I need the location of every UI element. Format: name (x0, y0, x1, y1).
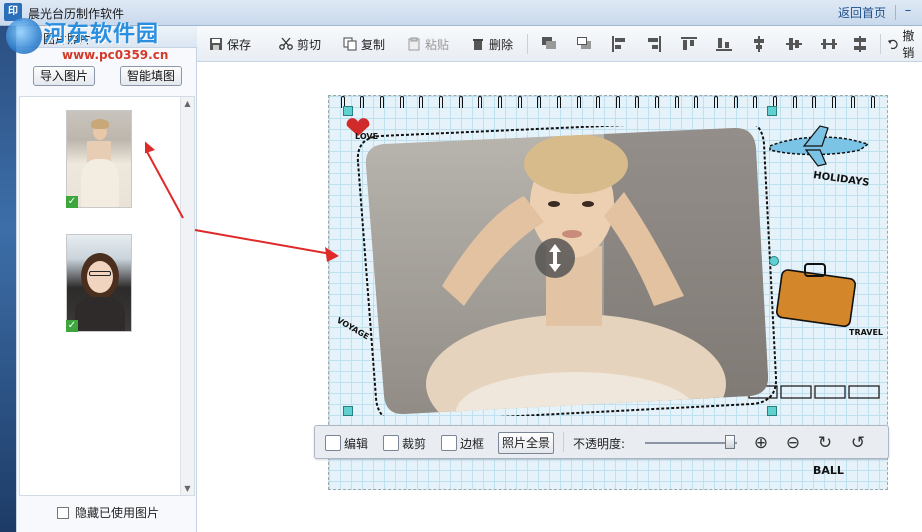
trash-icon (473, 39, 483, 50)
edit-icon (325, 435, 341, 451)
photo-frame[interactable] (354, 118, 784, 424)
crop-photo-button[interactable]: 裁剪 (383, 434, 426, 452)
annotation-arrows (145, 141, 339, 262)
paste-icon (408, 37, 420, 51)
undo-button[interactable]: 撤销 (887, 29, 922, 60)
rotate-left-icon[interactable]: ↺ (848, 433, 868, 453)
smart-fill-button[interactable]: 智能填图 (120, 66, 183, 86)
align-vcenter-icon[interactable] (750, 35, 768, 53)
cut-label: 剪切 (297, 37, 322, 52)
border-photo-button[interactable]: 边框 (441, 434, 484, 452)
save-button[interactable]: 保存 (209, 35, 251, 53)
copy-button[interactable]: 复制 (343, 35, 385, 53)
title-separator (895, 5, 896, 20)
binding-rings (329, 96, 887, 110)
border-label: 边框 (460, 436, 485, 451)
rotate-right-icon[interactable]: ↻ (815, 433, 835, 453)
used-check-icon: ✓ (66, 320, 78, 332)
hide-used-checkbox[interactable]: 隐藏已使用图片 (57, 504, 159, 521)
same-size-icon[interactable] (851, 35, 869, 53)
thumbnail-girl[interactable] (66, 234, 132, 332)
toolbar-separator (527, 34, 528, 54)
paste-label: 粘贴 (425, 37, 450, 52)
import-images-button[interactable]: 导入图片 (33, 66, 96, 86)
align-left-icon[interactable] (610, 35, 628, 53)
hide-used-label: 隐藏已使用图片 (75, 506, 160, 520)
save-icon (210, 38, 222, 50)
crop-label: 裁剪 (402, 436, 427, 451)
main-toolbar: 保存 剪切 复制 粘贴 删除 撤销 (197, 26, 922, 62)
resize-handle[interactable] (767, 406, 777, 416)
window-title: 晨光台历制作软件 (28, 7, 125, 21)
undo-label: 撤销 (902, 29, 915, 60)
edit-photo-button[interactable]: 编辑 (325, 434, 368, 452)
rotate-handle[interactable] (769, 256, 779, 266)
save-label: 保存 (227, 37, 252, 52)
left-edge-strip (0, 26, 16, 532)
photo-image[interactable] (354, 118, 784, 424)
scroll-down-icon[interactable]: ▼ (181, 482, 194, 495)
toolbar-separator (880, 34, 881, 54)
opacity-slider-track[interactable] (645, 442, 737, 444)
delete-label: 删除 (489, 37, 514, 52)
distribute-icon[interactable] (820, 35, 838, 53)
resize-handle[interactable] (343, 106, 353, 116)
canvas-area[interactable]: LOVE HOLIDAYS TRAVEL VOYAGE BALL 编辑 裁剪 边… (145, 62, 922, 532)
travel-label: TRAVEL (849, 328, 884, 337)
used-check-icon: ✓ (66, 196, 78, 208)
align-right-icon[interactable] (645, 35, 663, 53)
bring-forward-icon[interactable] (540, 35, 558, 53)
zoom-in-icon[interactable]: ⊕ (751, 433, 771, 453)
thumbnail-bride[interactable] (66, 110, 132, 208)
full-view-button[interactable]: 照片全景 (498, 432, 555, 454)
toolbar-separator (563, 432, 564, 452)
undo-icon (887, 39, 898, 50)
minimize-button[interactable]: – (900, 4, 916, 20)
align-bottom-icon[interactable] (715, 35, 733, 53)
home-link[interactable]: 返回首页 (838, 4, 886, 21)
resize-handle[interactable] (767, 106, 777, 116)
scissors-icon (279, 37, 293, 50)
cut-button[interactable]: 剪切 (279, 35, 321, 53)
border-icon (441, 435, 457, 451)
checkbox-icon[interactable] (57, 507, 69, 519)
panel-header: 图片照片 (17, 26, 197, 48)
title-bar: 印 晨光台历制作软件 返回首页 – (0, 0, 922, 26)
app-icon: 印 (4, 3, 22, 21)
send-backward-icon[interactable] (575, 35, 593, 53)
align-hcenter-icon[interactable] (785, 35, 803, 53)
scroll-up-icon[interactable]: ▲ (181, 97, 194, 110)
edit-label: 编辑 (344, 436, 369, 451)
resize-handle[interactable] (343, 406, 353, 416)
align-top-icon[interactable] (680, 35, 698, 53)
photo-toolbar: 编辑 裁剪 边框 照片全景 不透明度: ⊕ ⊖ ↻ ↺ (314, 425, 889, 459)
paste-button[interactable]: 粘贴 (407, 35, 449, 53)
copy-icon (343, 37, 357, 51)
opacity-label: 不透明度: (573, 436, 626, 451)
panel-header-label: 图片照片 (43, 32, 92, 46)
zoom-out-icon[interactable]: ⊖ (783, 433, 803, 453)
delete-button[interactable]: 删除 (471, 35, 513, 53)
ball-label: BALL (813, 464, 844, 477)
copy-label: 复制 (361, 37, 386, 52)
crop-icon (383, 435, 399, 451)
opacity-slider-thumb[interactable] (725, 435, 735, 449)
